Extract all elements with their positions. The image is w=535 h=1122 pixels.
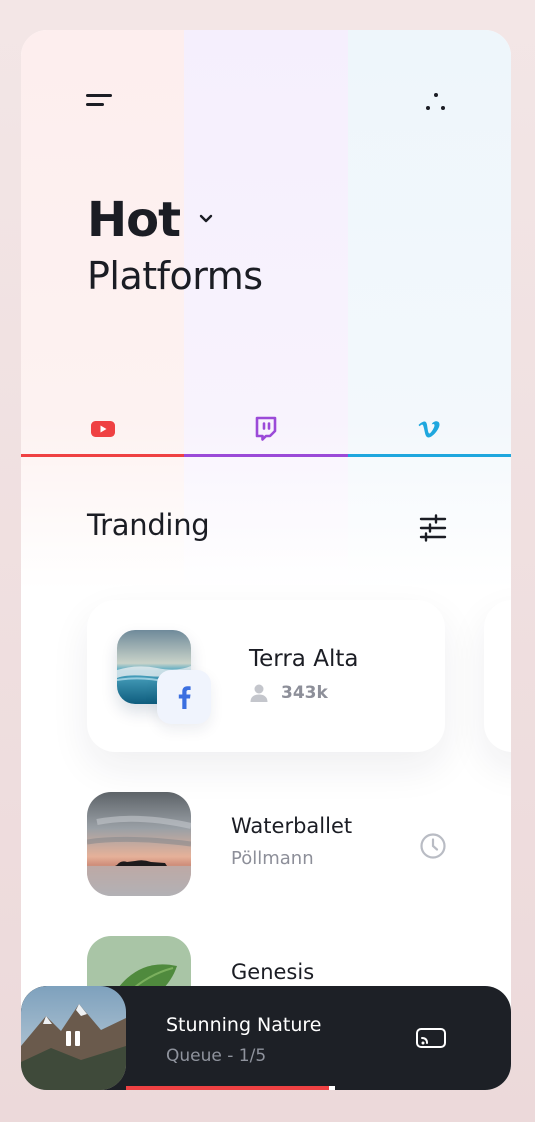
tab-youtube[interactable] [21, 400, 184, 458]
user-icon [250, 684, 268, 702]
tab-twitch[interactable] [184, 400, 347, 458]
tab-vimeo[interactable] [348, 400, 511, 458]
list-item-title: Waterballet [231, 814, 353, 838]
tab-underline-vimeo [347, 454, 511, 457]
page-subtitle: Platforms [87, 254, 263, 298]
player-progress-track[interactable] [21, 1086, 511, 1090]
facebook-badge [157, 670, 211, 724]
pause-button[interactable] [61, 1026, 85, 1050]
vimeo-column-bg [347, 30, 511, 590]
chevron-down-icon[interactable] [199, 214, 213, 224]
featured-count: 343k [281, 683, 328, 703]
more-dots-icon[interactable] [425, 93, 447, 113]
mini-player[interactable]: Stunning Nature Queue - 1/5 [21, 986, 511, 1090]
next-card-peek[interactable] [484, 600, 511, 752]
facebook-icon [178, 686, 191, 709]
youtube-icon [90, 421, 115, 437]
player-artwork [21, 986, 126, 1090]
page-title: Hot [87, 192, 181, 248]
list-thumbnail [87, 792, 191, 896]
featured-card[interactable]: Terra Alta 343k [87, 600, 445, 752]
featured-meta: 343k [249, 682, 328, 704]
tab-underline-twitch [184, 454, 348, 457]
list-item[interactable]: Waterballet Pöllmann [87, 792, 447, 896]
tab-underline-youtube [21, 454, 185, 457]
sliders-icon[interactable] [419, 514, 447, 542]
featured-title: Terra Alta [249, 646, 359, 672]
list-item-subtitle: Pöllmann [231, 848, 314, 869]
player-title: Stunning Nature [166, 1014, 322, 1036]
player-progress-fill [126, 1086, 329, 1090]
list-item-title: Genesis [231, 960, 315, 984]
clock-icon[interactable] [419, 832, 447, 860]
menu-icon[interactable] [86, 93, 114, 109]
app-card: Hot Platforms Tranding Terra Alta 343k W… [21, 30, 511, 1090]
player-progress-head[interactable] [329, 1086, 335, 1090]
cast-icon[interactable] [415, 1026, 447, 1050]
twitch-column-bg [184, 30, 348, 590]
vimeo-icon [418, 421, 440, 438]
player-queue: Queue - 1/5 [166, 1046, 267, 1066]
twitch-icon [255, 416, 277, 441]
section-title: Tranding [87, 508, 210, 542]
youtube-column-bg [21, 30, 185, 590]
